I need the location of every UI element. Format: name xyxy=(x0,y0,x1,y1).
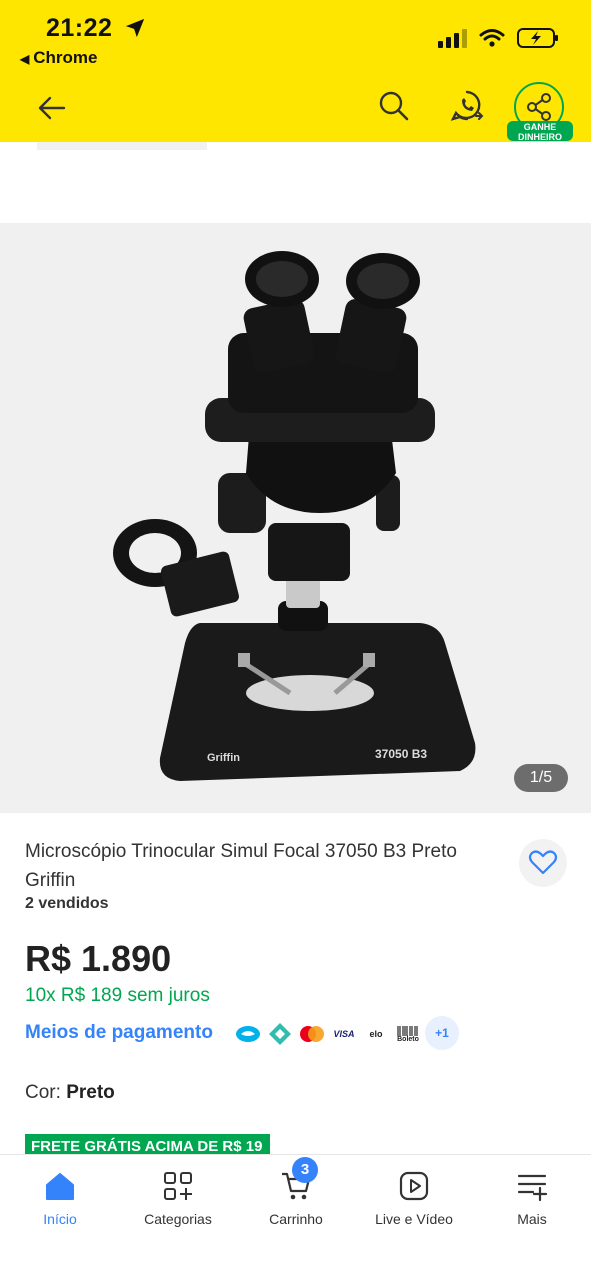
nav-label-mais: Mais xyxy=(517,1211,547,1227)
previous-section-strip xyxy=(37,142,207,150)
color-value: Preto xyxy=(66,1082,115,1103)
heart-icon xyxy=(528,850,558,875)
earn-money-badge[interactable]: GANHE DINHEIRO xyxy=(507,121,573,142)
nav-item-categorias[interactable]: Categorias xyxy=(119,1155,237,1245)
battery-charging-icon xyxy=(517,28,558,48)
search-icon[interactable] xyxy=(378,90,410,122)
payment-methods-link[interactable]: Meios de pagamento xyxy=(25,1022,213,1044)
home-icon xyxy=(46,1173,74,1200)
more-payments-icon[interactable]: +1 xyxy=(425,1016,459,1050)
location-arrow-icon xyxy=(125,18,145,38)
boleto-icon: Boleto xyxy=(393,1016,423,1052)
nav-label-live-video: Live e Vídeo xyxy=(375,1211,453,1227)
cellular-signal-icon xyxy=(438,28,467,48)
pix-icon xyxy=(265,1016,295,1052)
nav-label-inicio: Início xyxy=(43,1211,77,1227)
installments-text: 10x R$ 189 sem juros xyxy=(25,985,210,1006)
nav-item-live-video[interactable]: Live e Vídeo xyxy=(355,1155,473,1245)
product-image-gallery[interactable]: Griffin 37050 B3 1/5 xyxy=(0,223,591,813)
visa-icon: VISA xyxy=(329,1016,359,1052)
elo-icon: elo xyxy=(361,1016,391,1052)
mastercard-icon xyxy=(297,1016,327,1052)
menu-plus-icon xyxy=(517,1174,548,1202)
nav-item-mais[interactable]: Mais xyxy=(473,1155,591,1245)
product-title: Microscópio Trinocular Simul Focal 37050… xyxy=(25,841,457,891)
back-to-app-link[interactable]: ◀ Chrome xyxy=(20,48,97,68)
nav-item-inicio[interactable]: Início xyxy=(1,1155,119,1245)
play-video-icon xyxy=(399,1171,429,1201)
favorite-button[interactable] xyxy=(519,839,567,887)
payment-icons[interactable]: VISA elo Boleto +1 xyxy=(233,1016,459,1052)
image-model-text: 37050 B3 xyxy=(375,747,427,761)
image-brand-text: Griffin xyxy=(207,752,240,764)
color-label: Cor: xyxy=(25,1082,61,1103)
nav-label-carrinho: Carrinho xyxy=(269,1211,323,1227)
whatsapp-share-icon[interactable] xyxy=(449,88,485,124)
image-counter: 1/5 xyxy=(514,764,568,792)
categories-icon xyxy=(164,1172,192,1200)
wifi-icon xyxy=(479,29,505,47)
status-time: 21:22 xyxy=(46,14,113,42)
back-arrow-icon[interactable] xyxy=(36,92,68,124)
boleto-label: Boleto xyxy=(397,1035,419,1043)
sold-count: 2 vendidos xyxy=(25,895,109,912)
product-price: R$ 1.890 xyxy=(25,938,172,979)
mercado-pago-icon xyxy=(233,1016,263,1052)
color-selector[interactable]: Cor: Preto xyxy=(25,1082,115,1104)
top-bar: 21:22 ◀ Chrome GANHE DINHEIRO xyxy=(0,0,591,142)
system-icons xyxy=(438,28,558,48)
back-app-label: Chrome xyxy=(33,48,98,67)
cart-count-badge: 3 xyxy=(292,1157,318,1183)
back-triangle-icon: ◀ xyxy=(20,52,30,66)
nav-label-categorias: Categorias xyxy=(144,1211,212,1227)
microscope-image: Griffin 37050 B3 xyxy=(113,251,476,781)
